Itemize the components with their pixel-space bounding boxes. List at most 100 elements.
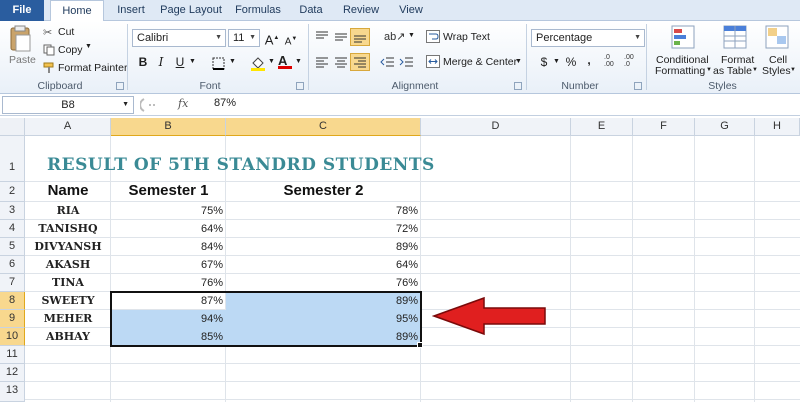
- format-painter-button[interactable]: Format Painter: [58, 62, 127, 74]
- currency-button[interactable]: $: [535, 53, 553, 71]
- increase-indent-icon[interactable]: [399, 55, 415, 72]
- semester-2-score[interactable]: 76%: [226, 274, 421, 292]
- row-header-4[interactable]: 4: [0, 220, 25, 238]
- grow-font-icon[interactable]: A▲: [263, 29, 281, 47]
- row-header-7[interactable]: 7: [0, 274, 25, 292]
- copy-button[interactable]: Copy: [58, 44, 83, 56]
- row-header-8[interactable]: 8: [0, 292, 25, 310]
- student-name[interactable]: TINA: [25, 274, 111, 292]
- row-header-11[interactable]: 11: [0, 346, 25, 364]
- wrap-text-button[interactable]: Wrap Text: [443, 31, 490, 43]
- row-header-5[interactable]: 5: [0, 238, 25, 256]
- merge-center-button[interactable]: Merge & Center: [443, 56, 517, 68]
- semester-2-score[interactable]: 89%: [226, 328, 421, 346]
- semester-2-score[interactable]: 89%: [226, 292, 421, 310]
- row-header-6[interactable]: 6: [0, 256, 25, 274]
- align-bottom-icon[interactable]: [350, 28, 370, 46]
- fill-color-dropdown-icon[interactable]: ▼: [268, 58, 275, 65]
- comma-button[interactable]: ,: [580, 51, 598, 69]
- paste-icon[interactable]: [8, 25, 32, 56]
- column-header-b[interactable]: B: [111, 118, 226, 136]
- column-header-e[interactable]: E: [571, 118, 633, 136]
- font-size-select[interactable]: 11 ▼: [228, 29, 260, 47]
- orientation-dropdown-icon[interactable]: ▼: [408, 32, 415, 39]
- align-middle-icon[interactable]: [333, 30, 349, 47]
- row-header-3[interactable]: 3: [0, 202, 25, 220]
- cell-styles-dropdown-icon[interactable]: ▼: [790, 67, 796, 73]
- semester-2-score[interactable]: 72%: [226, 220, 421, 238]
- cut-button[interactable]: Cut: [58, 26, 74, 38]
- tab-insert[interactable]: Insert: [108, 0, 154, 21]
- semester-1-score[interactable]: 87%: [111, 292, 226, 310]
- student-name[interactable]: SWEETY: [25, 292, 111, 310]
- row-header-13[interactable]: 13: [0, 382, 25, 402]
- paste-button[interactable]: Paste: [9, 54, 36, 66]
- currency-dropdown-icon[interactable]: ▼: [553, 58, 560, 65]
- fill-color-icon[interactable]: [250, 55, 266, 74]
- format-as-table-icon[interactable]: [722, 24, 748, 53]
- alignment-launcher-icon[interactable]: [514, 82, 522, 90]
- column-header-f[interactable]: F: [633, 118, 695, 136]
- tab-home[interactable]: Home: [50, 0, 104, 22]
- header-name[interactable]: Name: [25, 182, 111, 200]
- formatting-label[interactable]: Formatting: [655, 65, 705, 77]
- semester-2-score[interactable]: 95%: [226, 310, 421, 328]
- underline-icon[interactable]: U: [171, 53, 189, 71]
- decrease-indent-icon[interactable]: [380, 55, 396, 72]
- row-header-9[interactable]: 9: [0, 310, 25, 328]
- header-semester-1[interactable]: Semester 1: [111, 182, 226, 200]
- shrink-font-icon[interactable]: A▼: [282, 30, 300, 48]
- header-semester-2[interactable]: Semester 2: [226, 182, 421, 200]
- align-left-icon[interactable]: [314, 55, 330, 72]
- semester-1-score[interactable]: 84%: [111, 238, 226, 256]
- semester-1-score[interactable]: 76%: [111, 274, 226, 292]
- underline-dropdown-icon[interactable]: ▼: [189, 58, 196, 65]
- student-name[interactable]: ABHAY: [25, 328, 111, 346]
- font-color-icon[interactable]: A: [278, 53, 292, 69]
- number-launcher-icon[interactable]: [634, 82, 642, 90]
- tab-data[interactable]: Data: [292, 0, 330, 21]
- semester-1-score[interactable]: 75%: [111, 202, 226, 220]
- formula-bar-handle-icon[interactable]: [139, 97, 168, 116]
- select-all-corner[interactable]: [0, 118, 25, 136]
- italic-icon[interactable]: I: [152, 53, 170, 71]
- student-name[interactable]: MEHER: [25, 310, 111, 328]
- cell-styles-label[interactable]: Styles: [762, 65, 791, 77]
- tab-page-layout[interactable]: Page Layout: [156, 0, 226, 21]
- student-name[interactable]: AKASH: [25, 256, 111, 274]
- font-color-dropdown-icon[interactable]: ▼: [295, 58, 302, 65]
- sheet-title[interactable]: RESULT OF 5TH STANDRD STUDENTS: [47, 156, 435, 174]
- font-launcher-icon[interactable]: [296, 82, 304, 90]
- number-format-select[interactable]: Percentage ▼: [531, 29, 645, 47]
- borders-icon[interactable]: [212, 57, 225, 73]
- semester-2-score[interactable]: 64%: [226, 256, 421, 274]
- semester-2-score[interactable]: 89%: [226, 238, 421, 256]
- semester-1-score[interactable]: 85%: [111, 328, 226, 346]
- conditional-formatting-icon[interactable]: [670, 24, 696, 53]
- bold-icon[interactable]: B: [134, 53, 152, 71]
- font-family-select[interactable]: Calibri ▼: [132, 29, 226, 47]
- format-table-dropdown-icon[interactable]: ▼: [752, 67, 758, 73]
- insert-function-icon[interactable]: fx: [178, 97, 188, 110]
- increase-decimal-icon[interactable]: .0.00: [604, 54, 614, 68]
- align-right-icon[interactable]: [350, 53, 370, 71]
- tab-review[interactable]: Review: [336, 0, 386, 21]
- decrease-decimal-icon[interactable]: .00.0: [624, 54, 634, 68]
- merge-dropdown-icon[interactable]: ▼: [515, 58, 522, 65]
- orientation-icon[interactable]: ab↗: [384, 30, 405, 43]
- column-header-h[interactable]: H: [755, 118, 800, 136]
- student-name[interactable]: TANISHQ: [25, 220, 111, 238]
- column-header-c[interactable]: C: [226, 118, 421, 136]
- copy-dropdown-icon[interactable]: ▼: [85, 43, 92, 50]
- column-header-d[interactable]: D: [421, 118, 571, 136]
- as-table-label[interactable]: as Table: [713, 65, 752, 77]
- name-box[interactable]: B8 ▼: [2, 96, 134, 114]
- row-header-12[interactable]: 12: [0, 364, 25, 382]
- conditional-dropdown-icon[interactable]: ▼: [706, 67, 712, 73]
- cell-styles-icon[interactable]: [764, 24, 790, 53]
- align-center-icon[interactable]: [333, 55, 349, 72]
- semester-1-score[interactable]: 64%: [111, 220, 226, 238]
- student-name[interactable]: RIA: [25, 202, 111, 220]
- semester-1-score[interactable]: 94%: [111, 310, 226, 328]
- student-name[interactable]: DIVYANSH: [25, 238, 111, 256]
